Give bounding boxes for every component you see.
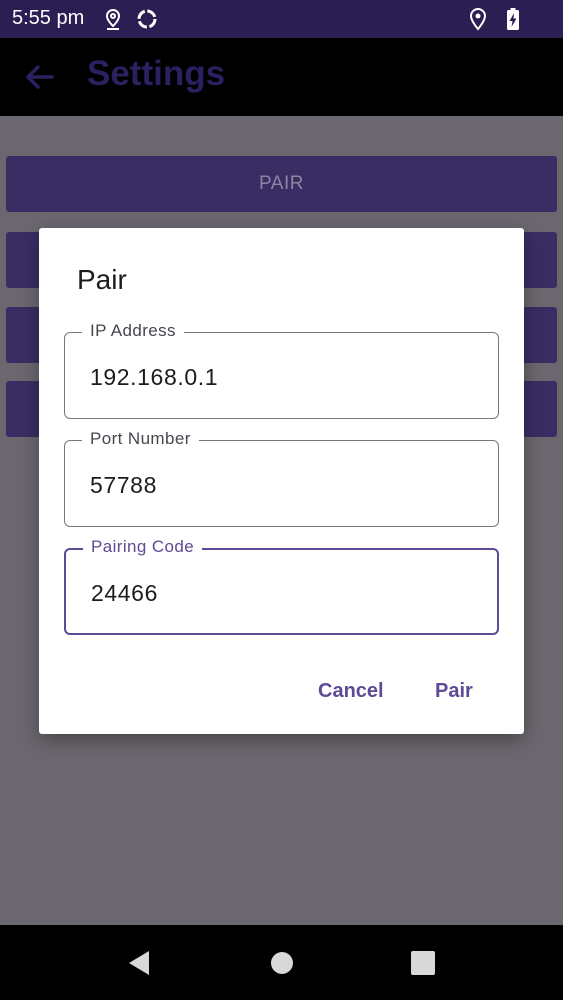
ip-address-label: IP Address <box>82 321 184 341</box>
pair-button[interactable]: PAIR <box>6 156 557 212</box>
recents-square-icon[interactable] <box>408 948 438 978</box>
cancel-button[interactable]: Cancel <box>318 680 384 703</box>
status-bar: 5:55 pm <box>0 0 563 38</box>
status-time: 5:55 pm <box>12 7 85 29</box>
pairing-code-field[interactable]: Pairing Code 24466 <box>64 537 499 635</box>
port-number-value: 57788 <box>90 472 157 498</box>
page-title: Settings <box>87 54 226 93</box>
home-circle-icon[interactable] <box>267 948 297 978</box>
navigation-bar <box>0 925 563 1000</box>
ip-address-field[interactable]: IP Address 192.168.0.1 <box>64 321 499 419</box>
back-arrow-icon[interactable] <box>22 60 56 94</box>
dialog-title: Pair <box>77 264 127 295</box>
location-icon <box>469 7 487 31</box>
pair-confirm-button[interactable]: Pair <box>435 680 473 703</box>
port-number-field[interactable]: Port Number 57788 <box>64 429 499 527</box>
back-triangle-icon[interactable] <box>125 948 155 978</box>
ip-address-value: 192.168.0.1 <box>90 364 219 390</box>
port-number-label: Port Number <box>82 429 199 449</box>
battery-charging-icon <box>507 8 519 30</box>
pairing-code-label: Pairing Code <box>83 537 203 557</box>
location-outline-icon <box>105 8 121 30</box>
sync-circle-icon <box>137 9 157 29</box>
pairing-code-value: 24466 <box>91 580 158 606</box>
pair-dialog: Pair IP Address 192.168.0.1 Port Number … <box>39 228 524 734</box>
app-bar: Settings <box>0 38 563 116</box>
